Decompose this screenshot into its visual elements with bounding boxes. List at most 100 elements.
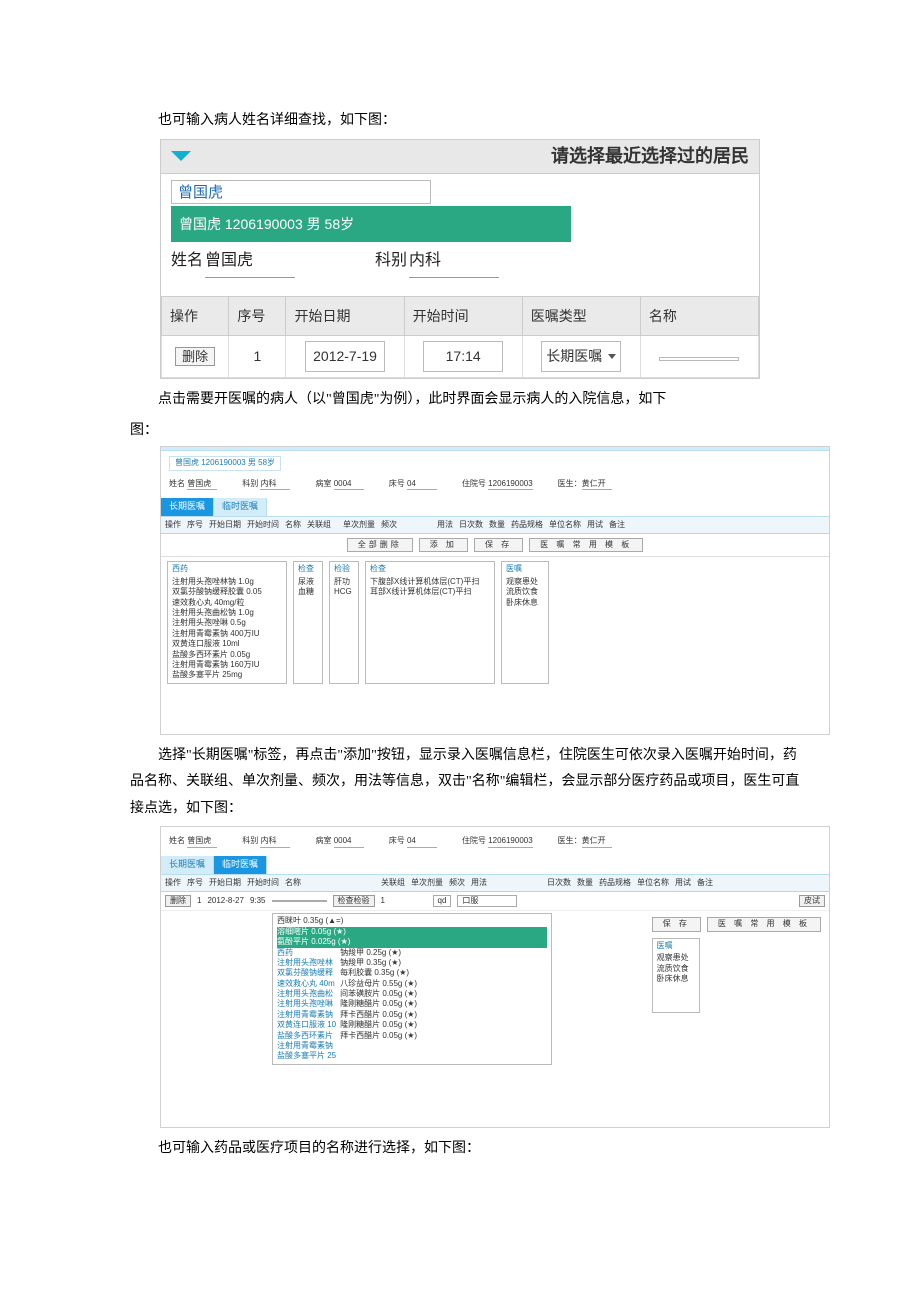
list-item[interactable]: 双黄连口服液 10 bbox=[277, 1020, 336, 1030]
meta-ward-label: 病室 bbox=[315, 479, 331, 488]
s3-dept-label: 科别 bbox=[242, 836, 258, 845]
list-item[interactable]: 每利胶囊 0.35g (★) bbox=[340, 968, 417, 978]
time-input[interactable]: 17:14 bbox=[423, 341, 503, 372]
order-name-input[interactable] bbox=[659, 357, 739, 361]
table-row: 删除 1 2012-7-19 17:14 长期医嘱 bbox=[162, 336, 759, 378]
search-suggestion[interactable]: 曾国虎 1206190003 男 58岁 bbox=[171, 206, 571, 243]
s3-save-button[interactable]: 保 存 bbox=[652, 917, 701, 931]
list-item[interactable]: 注射用青霉素钠 bbox=[277, 1010, 336, 1020]
delete-button[interactable]: 删除 bbox=[175, 347, 215, 366]
s3-doctor-label: 医生： bbox=[558, 836, 582, 845]
list-item[interactable]: 盐酸多西环素片 bbox=[277, 1031, 336, 1041]
list-item[interactable]: 耳部X线计算机体层(CT)平扫 bbox=[370, 587, 490, 597]
screenshot-order-form-2: 姓名 曾国虎 科别 内科 病室 0004 床号 04 住院号 120619000… bbox=[160, 826, 830, 1127]
panel-drugs-title: 西药 bbox=[172, 564, 282, 574]
list-item[interactable]: 盐酸多塞平片 25 bbox=[277, 1051, 336, 1061]
col-action: 操作 bbox=[162, 296, 229, 336]
s3-suggest-hl2[interactable]: 氨酚平片 0.025g (★) bbox=[277, 937, 547, 947]
list-item[interactable]: 速效救心丸 40m bbox=[277, 979, 336, 989]
template-button[interactable]: 医 嘱 常 用 模 板 bbox=[529, 538, 643, 552]
list-item[interactable]: 盐酸多塞平片 25mg bbox=[172, 670, 282, 680]
list-item[interactable]: 卧床休息 bbox=[657, 974, 695, 984]
gh-7: 频次 bbox=[381, 520, 431, 530]
list-item[interactable]: 双氯芬酸钠缓释 bbox=[277, 968, 336, 978]
patient-search-input[interactable] bbox=[171, 180, 431, 204]
name-field: 曾国虎 bbox=[205, 246, 295, 277]
s3-usage-select[interactable]: 口服 bbox=[457, 895, 517, 907]
s3-tab-temp[interactable]: 临时医嘱 bbox=[214, 856, 267, 874]
panel-order: 医嘱 观察患处流质饮食卧床休息 bbox=[501, 561, 549, 683]
list-item[interactable]: 观察患处 bbox=[657, 953, 695, 963]
patient-select-caption: 请选择最近选择过的居民 bbox=[191, 139, 749, 173]
list-item[interactable]: 注射用头孢曲松 bbox=[277, 989, 336, 999]
list-item[interactable]: 西药 bbox=[277, 948, 336, 958]
list-item[interactable]: 隆刚糖醋片 0.05g (★) bbox=[340, 999, 417, 1009]
list-item[interactable]: 血糖 bbox=[298, 587, 318, 597]
list-item[interactable]: 双黄连口服液 10ml bbox=[172, 639, 282, 649]
col-date: 开始日期 bbox=[286, 296, 404, 336]
date-input[interactable]: 2012-7-19 bbox=[305, 341, 385, 372]
list-item[interactable]: 速效救心丸 40mg/粒 bbox=[172, 598, 282, 608]
list-item[interactable]: 钠羧甲 0.25g (★) bbox=[340, 948, 417, 958]
list-item[interactable]: 注射用青霉素钠 bbox=[277, 1041, 336, 1051]
meta-dept-label: 科别 bbox=[242, 479, 258, 488]
list-item[interactable]: 下腹部X线计算机体层(CT)平扫 bbox=[370, 577, 490, 587]
s3gh-12: 单位名称 bbox=[637, 878, 669, 888]
s3-tab-long-term[interactable]: 长期医嘱 bbox=[161, 856, 214, 874]
list-item[interactable]: 注射用头孢唑林 bbox=[277, 958, 336, 968]
s3-ward: 0004 bbox=[334, 836, 364, 847]
list-item[interactable]: 观察患处 bbox=[506, 577, 544, 587]
s3-suggest-head[interactable]: 西眯叶 0.35g (▲=) bbox=[277, 916, 547, 926]
save-button[interactable]: 保 存 bbox=[474, 538, 523, 552]
gh-10: 数量 bbox=[489, 520, 505, 530]
list-item[interactable]: 肝功 bbox=[334, 577, 354, 587]
list-item[interactable]: 卧床休息 bbox=[506, 598, 544, 608]
col-time: 开始时间 bbox=[404, 296, 522, 336]
add-button[interactable]: 添 加 bbox=[419, 538, 468, 552]
dropdown-arrow-icon[interactable] bbox=[171, 151, 191, 161]
panel-test1: 检查 尿液血糖 bbox=[293, 561, 323, 683]
tab-long-term[interactable]: 长期医嘱 bbox=[161, 498, 214, 516]
list-item[interactable]: 钠羧甲 0.35g (★) bbox=[340, 958, 417, 968]
list-item[interactable]: 拜卡西醋片 0.05g (★) bbox=[340, 1031, 417, 1041]
s3-hosp: 1206190003 bbox=[488, 836, 533, 847]
s3-skin-test-button[interactable]: 皮试 bbox=[799, 895, 825, 907]
s3-panel-order: 医嘱 观察患处流质饮食卧床休息 bbox=[652, 938, 700, 1013]
list-item[interactable]: 流质饮食 bbox=[657, 964, 695, 974]
col-seq: 序号 bbox=[229, 296, 286, 336]
s3-suggest-hl1[interactable]: 溶细嘧片 0.05g (★) bbox=[277, 927, 547, 937]
s3-delete-button[interactable]: 删除 bbox=[165, 895, 191, 907]
list-item[interactable]: 盐酸多西环素片 0.05g bbox=[172, 650, 282, 660]
s3-template-button[interactable]: 医 嘱 常 用 模 板 bbox=[707, 917, 821, 931]
s3-exam-button[interactable]: 检查检验 bbox=[333, 895, 375, 907]
list-item[interactable]: HCG bbox=[334, 587, 354, 597]
s3-panel-order-title: 医嘱 bbox=[657, 941, 695, 951]
gh-1: 序号 bbox=[187, 520, 203, 530]
list-item[interactable]: 注射用青霉素钠 160万IU bbox=[172, 660, 282, 670]
meta-name: 曾国虎 bbox=[187, 479, 217, 490]
paragraph-4: 也可输入药品或医疗项目的名称进行选择，如下图： bbox=[130, 1136, 810, 1163]
list-item[interactable]: 尿液 bbox=[298, 577, 318, 587]
patient-pill[interactable]: 曾国虎 1206190003 男 58岁 bbox=[169, 456, 281, 470]
list-item[interactable]: 八珍益母片 0.55g (★) bbox=[340, 979, 417, 989]
s3-bed-label: 床号 bbox=[389, 836, 405, 845]
list-item[interactable]: 间苯磺胺片 0.05g (★) bbox=[340, 989, 417, 999]
order-type-select[interactable]: 长期医嘱 bbox=[541, 341, 621, 372]
list-item[interactable]: 双氯芬酸钠缓释胶囊 0.05 bbox=[172, 587, 282, 597]
list-item[interactable]: 隆刚糖醋片 0.05g (★) bbox=[340, 1020, 417, 1030]
chevron-down-icon bbox=[608, 354, 616, 359]
list-item[interactable]: 注射用头孢唑林钠 1.0g bbox=[172, 577, 282, 587]
gh-4: 名称 bbox=[285, 520, 301, 530]
delete-all-button[interactable]: 全部删除 bbox=[347, 538, 413, 552]
tab-temp[interactable]: 临时医嘱 bbox=[214, 498, 267, 516]
s3-name-input[interactable] bbox=[272, 900, 327, 902]
list-item[interactable]: 流质饮食 bbox=[506, 587, 544, 597]
list-item[interactable]: 注射用头孢曲松钠 1.0g bbox=[172, 608, 282, 618]
s3-bed: 04 bbox=[407, 836, 437, 847]
s3-freq-select[interactable]: qd bbox=[433, 895, 452, 907]
meta-bed: 04 bbox=[407, 479, 437, 490]
list-item[interactable]: 注射用青霉素钠 400万IU bbox=[172, 629, 282, 639]
list-item[interactable]: 注射用头孢唑啉 bbox=[277, 999, 336, 1009]
list-item[interactable]: 注射用头孢唑啉 0.5g bbox=[172, 618, 282, 628]
list-item[interactable]: 拜卡西醋片 0.05g (★) bbox=[340, 1010, 417, 1020]
